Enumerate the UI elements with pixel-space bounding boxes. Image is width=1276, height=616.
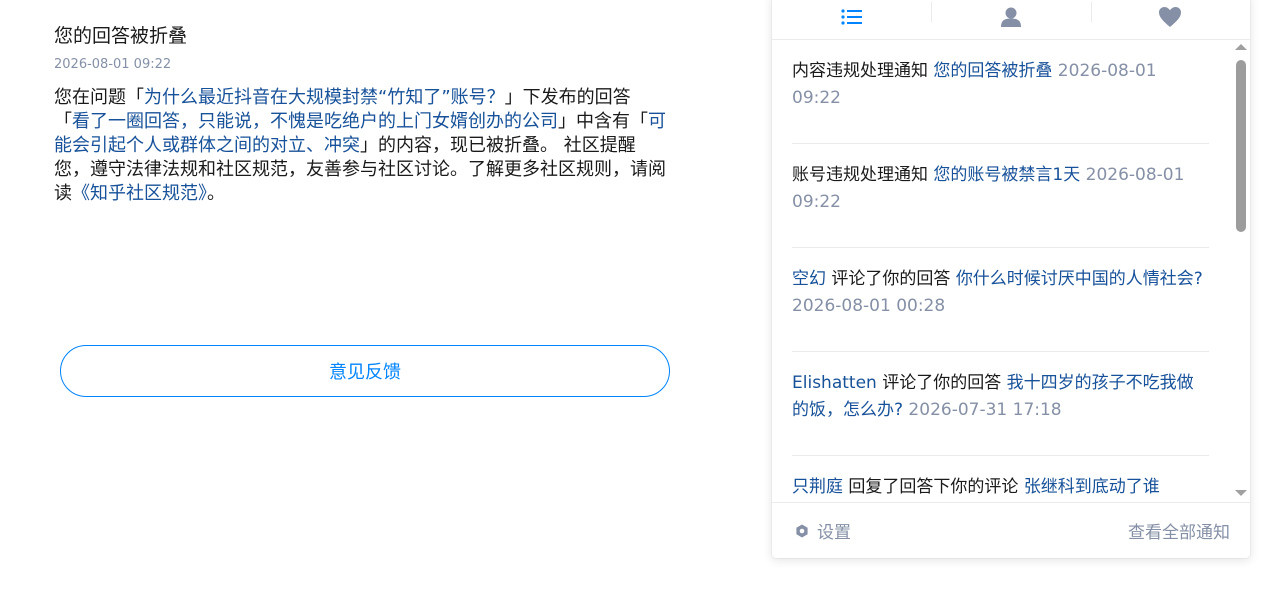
message-detail: 您的回答被折叠 2026-08-01 09:22 您在问题「为什么最近抖音在大规… — [54, 22, 674, 206]
scroll-down-arrow-icon[interactable] — [1235, 490, 1247, 496]
notification-link[interactable]: 您的回答被折叠 — [933, 61, 1052, 81]
notification-action: 评论了你的回答 — [826, 269, 956, 289]
notification-item[interactable]: Elishatten 评论了你的回答 我十四岁的孩子不吃我做的饭，怎么办? 20… — [792, 352, 1209, 456]
notification-link[interactable]: 你什么时候讨厌中国的人情社会? — [956, 269, 1203, 289]
message-title: 您的回答被折叠 — [54, 25, 188, 47]
tab-notifications[interactable] — [772, 0, 931, 39]
scroll-up-arrow-icon[interactable] — [1235, 44, 1247, 50]
tab-users[interactable] — [931, 0, 1090, 39]
answer-link[interactable]: 看了一圈回答，只能说，不愧是吃绝户的上门女婿创办的公司 — [72, 111, 558, 132]
message-text: 您在问题「 — [54, 87, 144, 108]
notification-link[interactable]: 您的账号被禁言1天 — [933, 165, 1080, 185]
user-icon — [1000, 7, 1021, 27]
scrollbar-thumb[interactable] — [1236, 60, 1246, 232]
message-text: 。 — [207, 183, 225, 204]
message-time: 2026-08-01 09:22 — [54, 57, 172, 72]
notification-type: 内容违规处理通知 — [792, 61, 934, 81]
feedback-button[interactable]: 意见反馈 — [60, 345, 670, 397]
community-rules-link[interactable]: 《知乎社区规范》 — [72, 183, 207, 204]
message-text: 」中含有「 — [558, 111, 648, 132]
notification-panel: 内容违规处理通知 您的回答被折叠 2026-08-01 09:22 账号违规处理… — [772, 0, 1250, 558]
notification-item[interactable]: 账号违规处理通知 您的账号被禁言1天 2026-08-01 09:22 — [792, 144, 1209, 248]
notification-list: 内容违规处理通知 您的回答被折叠 2026-08-01 09:22 账号违规处理… — [772, 40, 1230, 502]
notification-time: 2026-07-31 17:18 — [903, 400, 1062, 420]
settings-button[interactable]: 设置 — [795, 518, 851, 543]
message-body: 您在问题「为什么最近抖音在大规模封禁“竹知了”账号？」下发布的回答「看了一圈回答… — [54, 86, 666, 206]
notification-actor[interactable]: 空幻 — [792, 269, 826, 289]
notification-tabs — [772, 0, 1250, 40]
question-link[interactable]: 为什么最近抖音在大规模封禁“竹知了”账号？ — [144, 87, 505, 108]
notification-item[interactable]: 空幻 评论了你的回答 你什么时候讨厌中国的人情社会? 2026-08-01 00… — [792, 248, 1209, 352]
notification-link[interactable]: 张继科到底动了谁 — [1024, 477, 1160, 497]
notification-item[interactable]: 只荆庭 回复了回答下你的评论 张继科到底动了谁 — [792, 456, 1209, 502]
notification-actor[interactable]: 只荆庭 — [792, 477, 843, 497]
tab-likes[interactable] — [1090, 0, 1250, 39]
panel-footer: 设置 查看全部通知 — [772, 502, 1250, 558]
list-icon — [841, 8, 862, 25]
settings-label: 设置 — [817, 523, 851, 543]
gear-icon — [796, 524, 808, 537]
notification-action: 回复了回答下你的评论 — [843, 477, 1024, 497]
notification-type: 账号违规处理通知 — [792, 165, 934, 185]
notification-item[interactable]: 内容违规处理通知 您的回答被折叠 2026-08-01 09:22 — [792, 40, 1209, 144]
notification-time: 2026-08-01 00:28 — [792, 296, 946, 316]
heart-icon — [1159, 6, 1182, 27]
notification-action: 评论了你的回答 — [876, 373, 1007, 393]
view-all-notifications-link[interactable]: 查看全部通知 — [1128, 518, 1230, 543]
notification-actor[interactable]: Elishatten — [792, 373, 877, 393]
scrollbar[interactable] — [1231, 40, 1250, 502]
